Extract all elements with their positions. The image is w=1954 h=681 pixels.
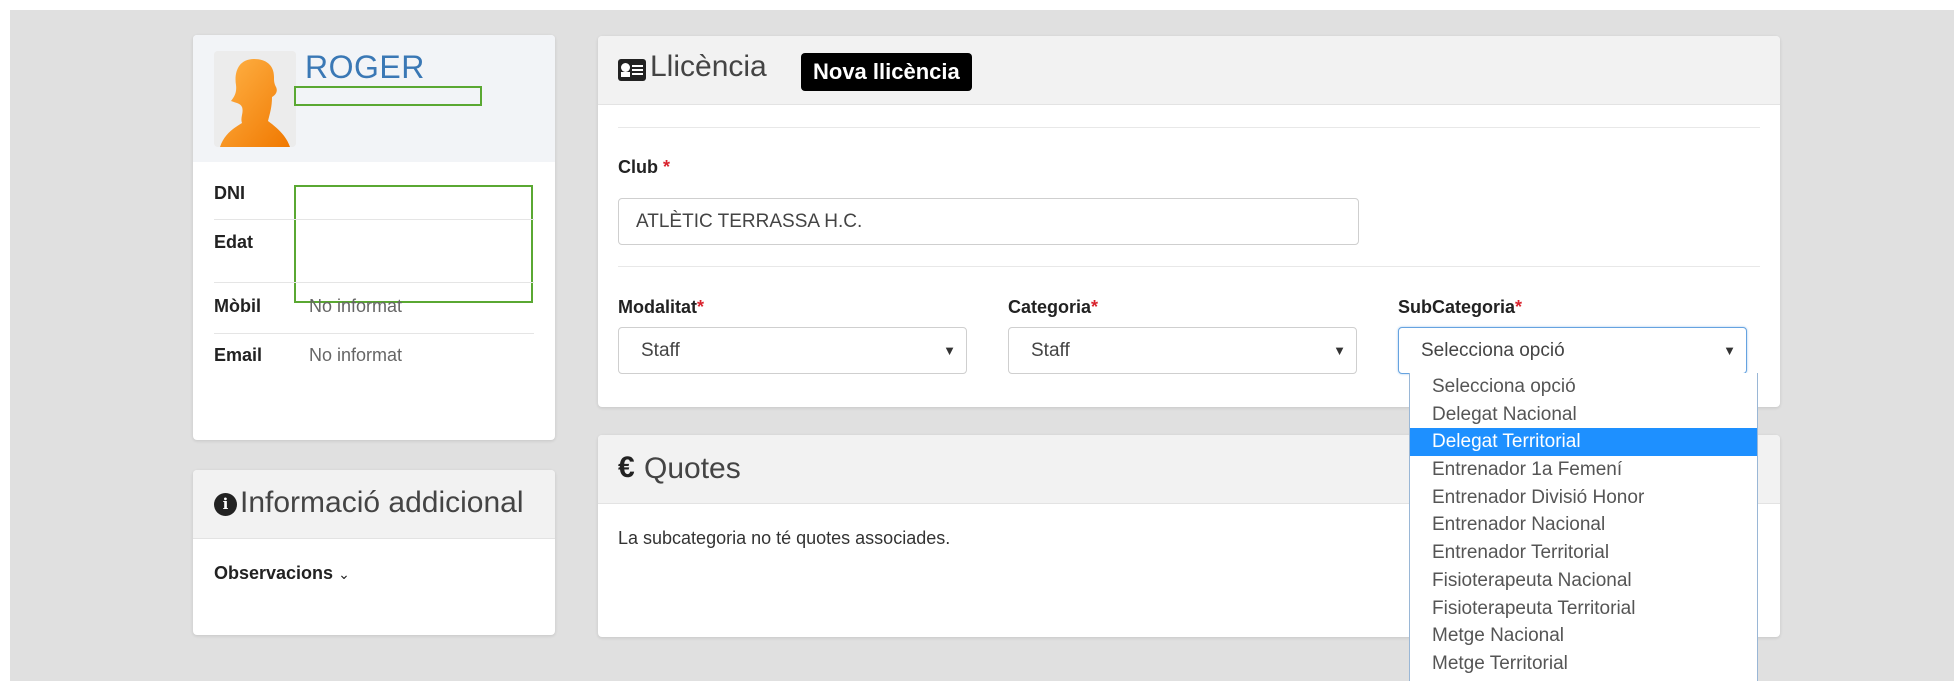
avatar <box>214 51 296 147</box>
subcategoria-select[interactable]: Selecciona opció ▼ <box>1398 327 1747 374</box>
profile-row-dni: DNI <box>214 183 534 204</box>
profile-row-label: Mòbil <box>214 296 261 316</box>
dropdown-option[interactable]: Delegat Territorial <box>1410 428 1757 457</box>
subcategoria-label: SubCategoria* <box>1398 297 1522 318</box>
new-licence-badge: Nova llicència <box>801 53 972 91</box>
categoria-select-value: Staff <box>1031 340 1070 361</box>
licence-title: Llicència <box>650 50 767 83</box>
subcategoria-dropdown-list[interactable]: Selecciona opció Delegat Nacional Delegat … <box>1409 373 1758 681</box>
categoria-label-text: Categoria <box>1008 297 1092 317</box>
club-label: Club * <box>618 157 670 178</box>
observations-label: Observacions <box>214 563 334 583</box>
profile-row-edat: Edat <box>214 232 534 253</box>
dropdown-option[interactable]: Metge Nacional <box>1410 622 1757 650</box>
profile-row-value: No informat <box>309 296 403 316</box>
dropdown-option[interactable]: Fisioterapeuta Territorial <box>1410 595 1757 623</box>
divider <box>214 333 534 334</box>
club-input[interactable]: ATLÈTIC TERRASSA H.C. <box>618 198 1359 245</box>
profile-card: ROGER DNI Edat Mòbil No informat Email N… <box>193 35 555 440</box>
dropdown-option[interactable]: Entrenador Nacional <box>1410 511 1757 539</box>
profile-row-label: Email <box>214 345 263 365</box>
modalitat-label-text: Modalitat <box>618 297 697 317</box>
dropdown-option[interactable]: Entrenador Territorial <box>1410 539 1757 567</box>
profile-header: ROGER <box>193 35 555 162</box>
profile-row-label: Edat <box>214 232 254 252</box>
required-mark: * <box>663 157 671 177</box>
observations-toggle[interactable]: Observacions ⌄ <box>214 563 350 584</box>
modalitat-select[interactable]: Staff ▼ <box>618 327 967 374</box>
categoria-label: Categoria* <box>1008 297 1098 318</box>
dropdown-option[interactable]: Selecciona opció <box>1410 373 1757 401</box>
dropdown-option[interactable]: Delegat Nacional <box>1410 401 1757 429</box>
dropdown-option[interactable]: Fisioterapeuta Nacional <box>1410 567 1757 595</box>
modalitat-select-value: Staff <box>641 340 680 361</box>
required-mark: * <box>1515 297 1523 317</box>
divider <box>618 266 1760 267</box>
profile-row-mobil: Mòbil No informat <box>214 296 534 317</box>
chevron-down-icon: ⌄ <box>338 566 350 582</box>
licence-header: Llicència Nova llicència <box>598 36 1780 105</box>
select-arrow-icon: ▼ <box>1723 343 1736 358</box>
page-background: ROGER DNI Edat Mòbil No informat Email N… <box>10 10 1954 681</box>
quotes-message: La subcategoria no té quotes associades. <box>618 528 951 548</box>
divider <box>618 127 1760 128</box>
dropdown-option[interactable]: Metge Territorial <box>1410 650 1757 678</box>
licence-card: Llicència Nova llicència Club * ATLÈTIC … <box>598 36 1780 407</box>
divider <box>214 282 534 283</box>
required-mark: * <box>697 297 705 317</box>
select-arrow-icon: ▼ <box>943 343 956 358</box>
profile-row-value: No informat <box>309 345 403 365</box>
profile-name[interactable]: ROGER <box>305 49 425 86</box>
subcategoria-select-value: Selecciona opció <box>1421 340 1565 361</box>
profile-row-email: Email No informat <box>214 345 534 366</box>
person-silhouette-icon <box>214 51 296 147</box>
dropdown-option[interactable]: Entrenador Divisió Honor <box>1410 484 1757 512</box>
modalitat-label: Modalitat* <box>618 297 704 318</box>
club-label-text: Club <box>618 157 658 177</box>
dropdown-option[interactable]: Entrenador 1a Femení <box>1410 456 1757 484</box>
divider <box>214 219 534 220</box>
required-mark: * <box>1091 297 1099 317</box>
id-card-icon <box>618 59 646 81</box>
quotes-title: Quotes <box>644 452 741 485</box>
categoria-select[interactable]: Staff ▼ <box>1008 327 1357 374</box>
select-arrow-icon: ▼ <box>1333 343 1346 358</box>
additional-info-card: i Informació addicional Observacions ⌄ <box>193 470 555 635</box>
subcategoria-label-text: SubCategoria <box>1398 297 1516 317</box>
additional-info-header: i Informació addicional <box>193 470 555 539</box>
redacted-surname-box <box>294 86 482 106</box>
profile-row-label: DNI <box>214 183 245 203</box>
dropdown-option[interactable]: Preparador Físic Nacional <box>1410 678 1757 681</box>
euro-icon: € <box>618 451 635 484</box>
info-circle-icon: i <box>214 493 237 516</box>
additional-info-title: Informació addicional <box>240 486 524 519</box>
